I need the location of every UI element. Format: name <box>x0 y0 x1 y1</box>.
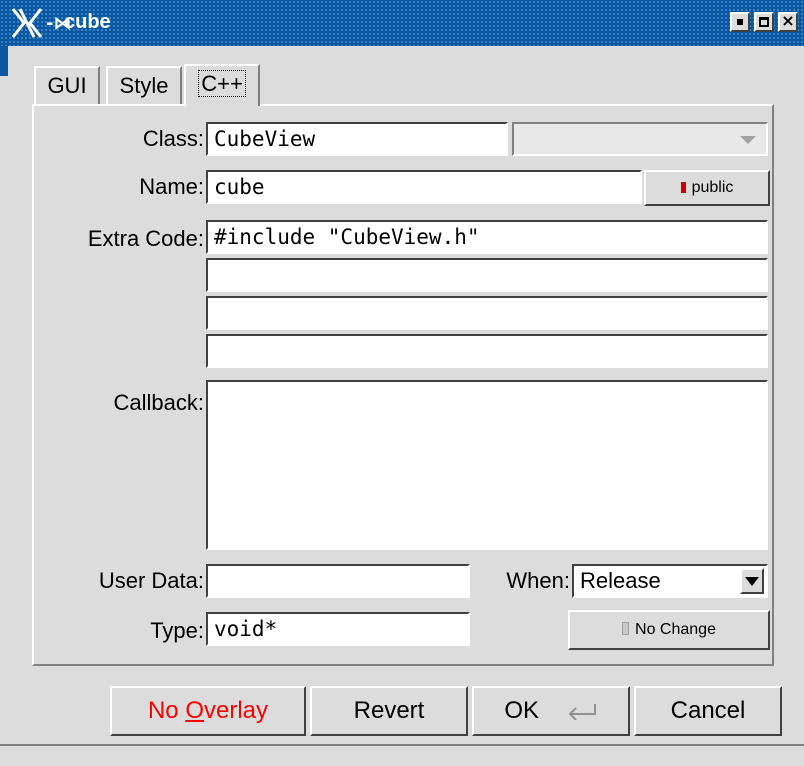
no-change-button[interactable]: No Change <box>568 610 770 650</box>
return-key-icon <box>568 704 596 721</box>
tab-style-label: Style <box>119 73 169 98</box>
type-label: Type: <box>150 618 204 643</box>
public-toggle-button[interactable]: public <box>644 170 770 206</box>
callback-textarea[interactable] <box>206 380 768 550</box>
no-change-label: No Change <box>635 621 716 638</box>
close-button[interactable]: × <box>778 12 798 32</box>
cancel-button[interactable]: Cancel <box>634 686 782 736</box>
revert-button[interactable]: Revert <box>310 686 468 736</box>
window-edge <box>0 46 8 76</box>
tab-style[interactable]: Style <box>106 66 182 104</box>
class-subtype-combo[interactable] <box>512 122 768 156</box>
title-bar[interactable]: -⋈ cube × <box>0 0 804 46</box>
when-label: When: <box>506 568 570 593</box>
no-overlay-label-suffix: verlay <box>204 697 269 724</box>
extra-code-field-1[interactable]: #include "CubeView.h" <box>206 220 768 254</box>
minimize-button[interactable] <box>730 12 750 32</box>
cancel-label: Cancel <box>670 697 746 724</box>
ok-button[interactable]: OK <box>472 686 630 736</box>
no-overlay-mnemonic: O <box>185 697 204 724</box>
public-label: public <box>691 179 734 196</box>
when-dropdown[interactable]: Release <box>572 564 768 598</box>
extra-code-field-3[interactable] <box>206 296 768 330</box>
no-change-indicator-icon <box>622 622 630 635</box>
revert-label: Revert <box>353 697 425 724</box>
tab-gui[interactable]: GUI <box>34 66 100 104</box>
tab-cpp-label: C++ <box>198 70 246 97</box>
tab-gui-label: GUI <box>47 73 87 98</box>
chevron-down-icon[interactable] <box>740 568 764 594</box>
class-label: Class: <box>142 126 204 151</box>
when-selected-value: Release <box>580 568 661 593</box>
user-data-label: User Data: <box>98 568 204 593</box>
callback-label: Callback: <box>113 390 204 415</box>
x-window-logo-icon[interactable] <box>10 6 44 40</box>
maximize-button[interactable] <box>754 12 774 32</box>
user-data-field[interactable] <box>206 564 470 598</box>
tab-cpp[interactable]: C++ <box>184 64 260 106</box>
type-field[interactable]: void* <box>206 612 470 646</box>
chevron-down-icon <box>740 136 756 144</box>
no-overlay-button[interactable]: No Overlay <box>110 686 306 736</box>
class-field[interactable]: CubeView <box>206 122 508 156</box>
extra-code-label: Extra Code: <box>87 226 204 251</box>
window-title: cube <box>64 11 111 33</box>
name-label: Name: <box>139 174 204 199</box>
status-bar <box>0 744 804 766</box>
no-overlay-label-prefix: No <box>147 697 186 724</box>
extra-code-field-2[interactable] <box>206 258 768 292</box>
name-field[interactable]: cube <box>206 170 642 204</box>
extra-code-field-4[interactable] <box>206 334 768 368</box>
ok-label: OK <box>504 697 539 724</box>
public-indicator-icon <box>680 182 686 193</box>
